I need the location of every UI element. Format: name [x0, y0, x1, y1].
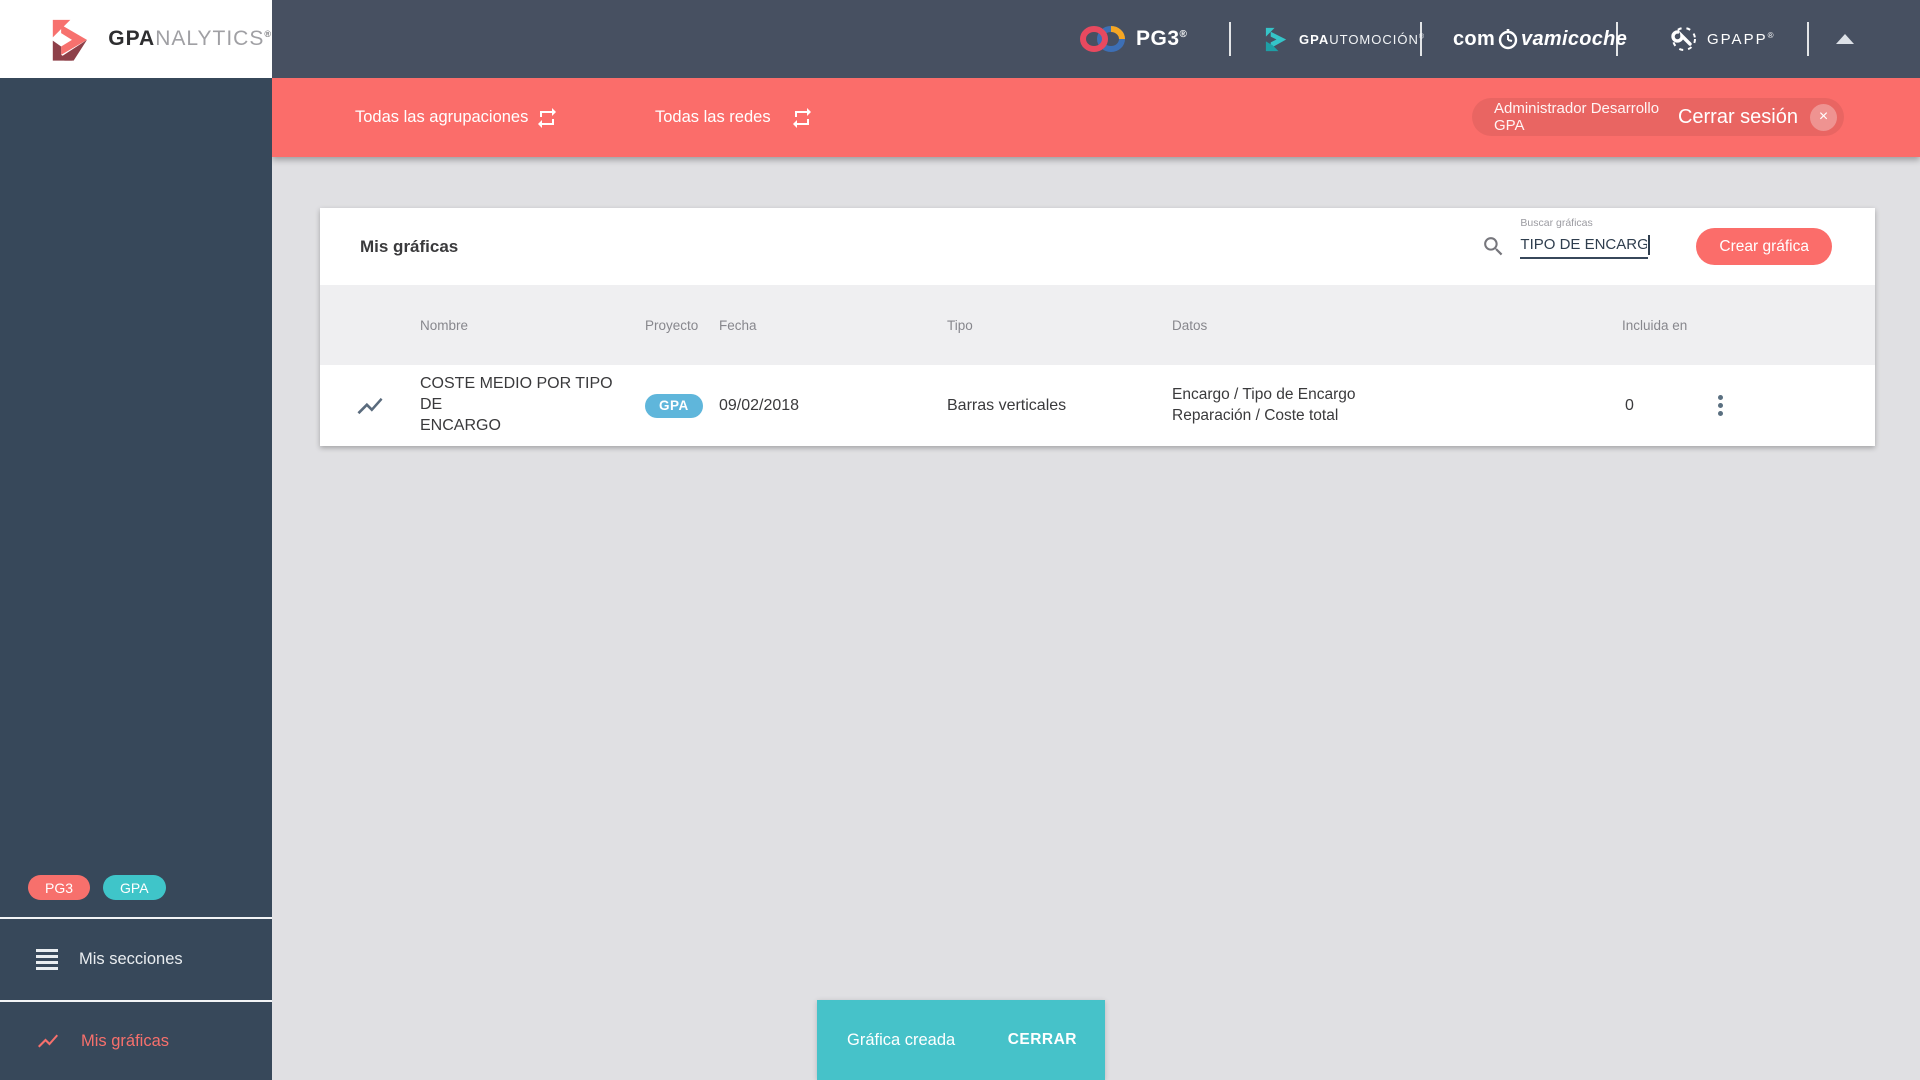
topbar-divider: [1807, 22, 1809, 56]
chart-data-line2: Reparación / Coste total: [1172, 406, 1339, 424]
snackbar: Gráfica creada CERRAR: [817, 1000, 1105, 1080]
column-header-nombre: Nombre: [420, 317, 469, 333]
top-app-bar: PG3® GPAUTOMOCIÓN® com vamicoche: [0, 0, 1920, 78]
chart-data-line1: Encargo / Tipo de Encargo: [1172, 385, 1356, 403]
search-icon[interactable]: [1481, 234, 1506, 259]
current-user-label: Administrador Desarrollo GPA: [1494, 100, 1660, 134]
row-actions-menu-icon[interactable]: [1700, 395, 1740, 416]
page-title: Mis gráficas: [360, 236, 459, 256]
row-chart-type-cell: [320, 391, 420, 421]
swap-groupings-icon[interactable]: [535, 106, 559, 130]
text-cursor: [1648, 235, 1651, 255]
chart-line-icon: [38, 1034, 58, 1048]
logout-close-icon: ×: [1810, 103, 1837, 131]
sidebar-item-mis-secciones[interactable]: Mis secciones: [0, 919, 272, 1000]
comovamicoche-label: com vamicoche: [1453, 27, 1628, 50]
create-chart-button[interactable]: Crear gráfica: [1696, 228, 1832, 265]
sidebar-item-label: Mis secciones: [79, 950, 183, 968]
snackbar-close-button[interactable]: CERRAR: [996, 1021, 1089, 1059]
comovamicoche-app-link[interactable]: com vamicoche: [1453, 0, 1627, 78]
pg3-label: PG3®: [1136, 27, 1188, 50]
chevron-up-icon: [1836, 34, 1854, 44]
snackbar-message: Gráfica creada: [847, 1030, 956, 1049]
row-type-cell: Barras verticales: [947, 396, 1067, 414]
column-header-incluida-en: Incluida en: [1622, 317, 1688, 333]
logout-label: Cerrar sesión: [1677, 105, 1798, 128]
main-content: Mis gráficas Buscar gráficas Crear gráfi…: [272, 157, 1920, 1080]
groupings-filter-label: Todas las agrupaciones: [355, 108, 529, 126]
gpapp-app-link[interactable]: GPAPP®: [1670, 0, 1773, 78]
search-field: Buscar gráficas: [1520, 217, 1651, 259]
column-header-proyecto: Proyecto: [645, 317, 699, 333]
logout-button[interactable]: Cerrar sesión ×: [1677, 103, 1837, 131]
gpautomocion-arrow-icon: [1265, 27, 1287, 51]
topbar-divider: [1616, 22, 1618, 56]
my-charts-card: Mis gráficas Buscar gráficas Crear gráfi…: [320, 208, 1875, 446]
filter-bar: Todas las agrupaciones Todas las redes A…: [272, 78, 1920, 157]
gpanalytics-wordmark: GPANALYTICS®: [108, 27, 272, 50]
chart-line-icon: [357, 397, 383, 414]
gpautomocion-label: GPAUTOMOCIÓN®: [1299, 31, 1424, 47]
column-header-tipo: Tipo: [947, 317, 973, 333]
row-data-cell: Encargo / Tipo de Encargo Reparación / C…: [1172, 385, 1590, 427]
search-field-label: Buscar gráficas: [1520, 217, 1593, 229]
pg3-badge[interactable]: PG3: [28, 875, 91, 900]
table-header-row: Nombre Proyecto Fecha Tipo Datos Incluid…: [320, 285, 1875, 365]
project-badge: GPA: [645, 393, 703, 418]
sidebar-item-label: Mis gráficas: [81, 1031, 170, 1050]
networks-filter-label: Todas las redes: [655, 108, 771, 126]
gpanalytics-logo[interactable]: GPANALYTICS®: [0, 0, 272, 78]
gpapp-label: GPAPP®: [1707, 30, 1774, 48]
row-name-cell: COSTE MEDIO POR TIPO DE ENCARGO: [420, 374, 645, 436]
chart-name-line1: COSTE MEDIO POR TIPO DE: [420, 375, 613, 414]
gpa-badge[interactable]: GPA: [103, 875, 166, 900]
gpa-logo-icon: [52, 19, 87, 61]
pg3-app-link[interactable]: PG3®: [1080, 0, 1187, 78]
sidebar: PG3 GPA Mis secciones Mis gráficas: [0, 78, 272, 1080]
column-header-datos: Datos: [1172, 317, 1208, 333]
card-header: Mis gráficas Buscar gráficas Crear gráfi…: [320, 208, 1875, 285]
row-project-cell: GPA: [645, 393, 719, 418]
row-date-cell: 09/02/2018: [719, 396, 800, 414]
row-included-in-cell: 0: [1625, 396, 1634, 414]
session-pill: Administrador Desarrollo GPA Cerrar sesi…: [1472, 98, 1844, 136]
swap-networks-icon[interactable]: [790, 106, 814, 130]
column-header-fecha: Fecha: [719, 317, 757, 333]
sidebar-badges: PG3 GPA: [0, 858, 272, 917]
wrench-icon: [1671, 27, 1696, 51]
clock-icon: [1498, 29, 1518, 50]
menu-icon: [36, 949, 58, 970]
table-row[interactable]: COSTE MEDIO POR TIPO DE ENCARGO GPA 09/0…: [320, 365, 1875, 446]
chart-name-line2: ENCARGO: [420, 416, 501, 434]
collapse-bar-control[interactable]: [1836, 0, 1854, 78]
pg3-infinity-icon: [1080, 26, 1125, 52]
gpautomocion-app-link[interactable]: GPAUTOMOCIÓN®: [1263, 0, 1425, 78]
search-input[interactable]: [1520, 234, 1649, 259]
topbar-divider: [1229, 22, 1231, 56]
sidebar-item-mis-graficas[interactable]: Mis gráficas: [0, 1002, 272, 1080]
topbar-divider: [1420, 22, 1422, 56]
